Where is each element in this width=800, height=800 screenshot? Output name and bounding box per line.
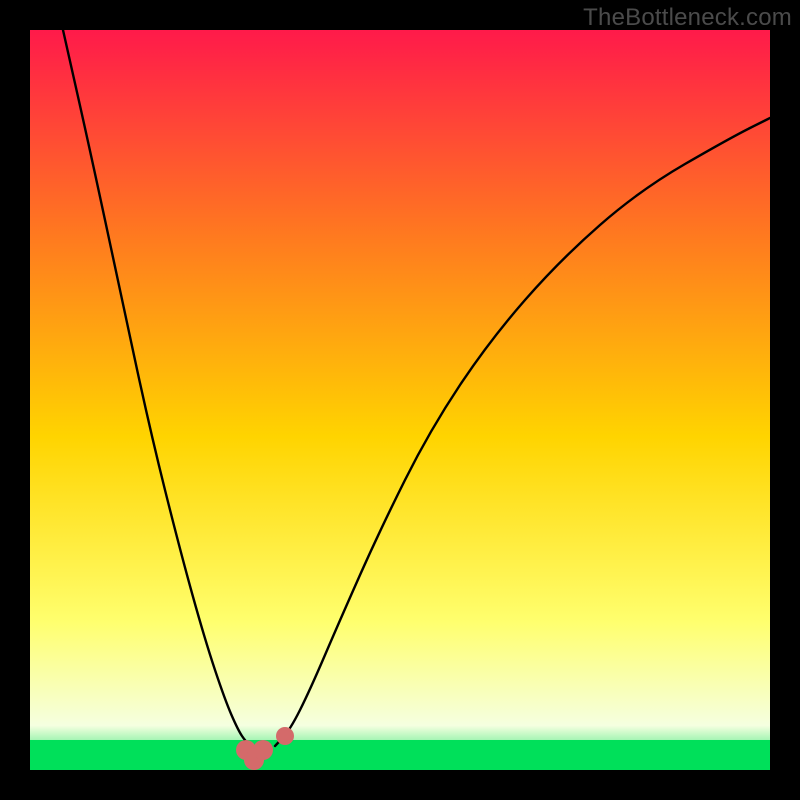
chart-frame: TheBottleneck.com (0, 0, 800, 800)
gradient-background (30, 30, 770, 770)
bottleneck-curve-chart (30, 30, 770, 770)
plot-area (30, 30, 770, 770)
bottom-green-band (30, 740, 770, 770)
right-start-dot (276, 727, 294, 745)
watermark-text: TheBottleneck.com (583, 4, 792, 32)
notch-bottom-right (253, 740, 273, 760)
